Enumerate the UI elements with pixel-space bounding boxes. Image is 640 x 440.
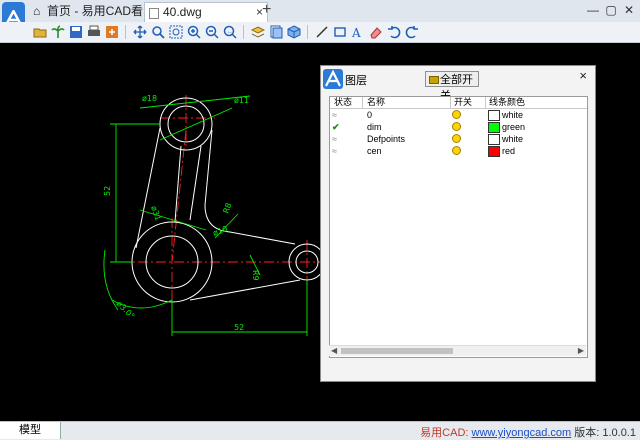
close-window-icon[interactable]: ✕ [622, 3, 636, 17]
col-name[interactable]: 名称 [367, 97, 385, 108]
zoom-extents-icon[interactable] [169, 25, 183, 39]
zoom-out-icon[interactable] [205, 25, 219, 39]
dim-d31: ø31 [149, 205, 163, 222]
layer-panel: 图层 全部开关 × 状态 名称 开关 线条颜色 ≈0 white ✔ dim green… [320, 65, 596, 382]
toggle-all-button[interactable]: 全部开关 [425, 71, 479, 102]
layer-row[interactable]: ≈0 white [330, 109, 587, 121]
layout-icon[interactable] [269, 25, 283, 39]
scroll-thumb[interactable] [341, 348, 453, 354]
rect-icon[interactable] [333, 25, 347, 39]
minimize-icon[interactable]: — [586, 3, 600, 17]
zoom-in-icon[interactable] [187, 25, 201, 39]
svg-text:A: A [351, 26, 361, 39]
lightbulb-icon[interactable] [452, 134, 461, 143]
tab-document-label: 40.dwg [163, 5, 202, 19]
layer-status-icon[interactable]: ≈ [332, 134, 342, 144]
color-name: white [502, 134, 524, 144]
color-name: green [502, 122, 526, 132]
dimension-lines [103, 95, 308, 336]
3d-icon[interactable] [287, 25, 301, 39]
layer-status-icon[interactable]: ≈ [332, 110, 342, 120]
col-switch[interactable]: 开关 [454, 97, 472, 108]
panel-title: 图层 [345, 75, 367, 87]
lightbulb-icon[interactable] [452, 122, 461, 131]
scroll-right-icon[interactable]: ▶ [578, 346, 584, 355]
maximize-icon[interactable]: ▢ [604, 3, 618, 17]
panel-close-icon[interactable]: × [579, 68, 587, 83]
save-icon[interactable] [69, 25, 83, 39]
redo-icon[interactable] [405, 25, 419, 39]
home-icon: ⌂ [33, 4, 41, 18]
svg-text:←: ← [227, 29, 233, 35]
dim-r8: R8 [221, 202, 233, 215]
color-swatch[interactable] [488, 122, 500, 133]
tab-home[interactable]: ⌂ 首页 - 易用CAD看图 [30, 2, 148, 37]
toolbar: ← A [0, 22, 640, 43]
model-tab[interactable]: 模型 [0, 422, 61, 439]
current-layer-icon[interactable]: ✔ [332, 122, 342, 132]
dim-d11: ø11 [234, 96, 249, 105]
color-swatch[interactable] [488, 134, 500, 145]
tab-document[interactable]: 40.dwg × [144, 2, 268, 22]
title-bar: ⌂ 首页 - 易用CAD看图 40.dwg × + — ▢ ✕ [0, 0, 640, 42]
layer-name: cen [367, 146, 382, 156]
dim-r9: R9 [251, 270, 260, 281]
color-swatch[interactable] [488, 146, 500, 157]
color-swatch[interactable] [488, 110, 500, 121]
zoom-window-icon[interactable] [151, 25, 165, 39]
new-tab-button[interactable]: + [262, 1, 271, 19]
version-label: 版本: 1.0.0.1 [574, 427, 636, 439]
line-icon[interactable] [315, 25, 329, 39]
col-color[interactable]: 线条颜色 [489, 97, 525, 108]
layer-list: 状态 名称 开关 线条颜色 ≈0 white ✔ dim green ≈ Defpoints… [329, 96, 588, 358]
panel-logo [323, 69, 343, 89]
open-icon[interactable] [33, 25, 47, 39]
layer-name: Defpoints [367, 134, 406, 144]
undo-icon[interactable] [387, 25, 401, 39]
pan-icon[interactable] [133, 25, 147, 39]
status-bar: 模型 易用CAD: www.yiyongcad.com 版本: 1.0.0.1 [0, 421, 640, 440]
export-icon[interactable] [105, 25, 119, 39]
document-icon [149, 8, 159, 19]
text-icon[interactable]: A [351, 25, 365, 39]
erase-icon[interactable] [369, 25, 383, 39]
lightbulb-icon[interactable] [452, 146, 461, 155]
zoom-prev-icon[interactable]: ← [223, 25, 237, 39]
toggle-all-icon [429, 76, 439, 84]
layer-name: 0 [367, 110, 373, 120]
palm-icon[interactable] [51, 25, 65, 39]
color-name: white [502, 110, 524, 120]
part-outline [131, 97, 326, 303]
layer-row[interactable]: ✔ dim green [330, 121, 587, 133]
brand-label: 易用CAD: [420, 427, 469, 439]
horizontal-scrollbar[interactable]: ◀ ▶ [329, 345, 586, 356]
color-name: red [502, 146, 516, 156]
layer-row[interactable]: ≈ cen red [330, 145, 587, 157]
layer-status-icon[interactable]: ≈ [332, 146, 342, 156]
dim-len52-vertical: 52 [103, 186, 112, 196]
scroll-left-icon[interactable]: ◀ [331, 346, 337, 355]
status-info: 易用CAD: www.yiyongcad.com 版本: 1.0.0.1 [420, 424, 636, 440]
dim-len52-horizontal: 52 [234, 323, 244, 332]
center-lines [120, 95, 335, 305]
dim-d18: ø18 [142, 94, 157, 103]
dimension-labels: ø18 ø11 ø31 R8 ø10 R9 52 52 ø3.0° [103, 94, 260, 332]
layer-icon[interactable] [251, 25, 265, 39]
print-icon[interactable] [87, 25, 101, 39]
layer-row[interactable]: ≈ Defpoints white [330, 133, 587, 145]
layer-name: dim [367, 122, 382, 132]
lightbulb-icon[interactable] [452, 110, 461, 119]
website-link[interactable]: www.yiyongcad.com [472, 427, 572, 439]
layer-list-header: 状态 名称 开关 线条颜色 [330, 97, 587, 109]
col-status[interactable]: 状态 [334, 97, 352, 108]
